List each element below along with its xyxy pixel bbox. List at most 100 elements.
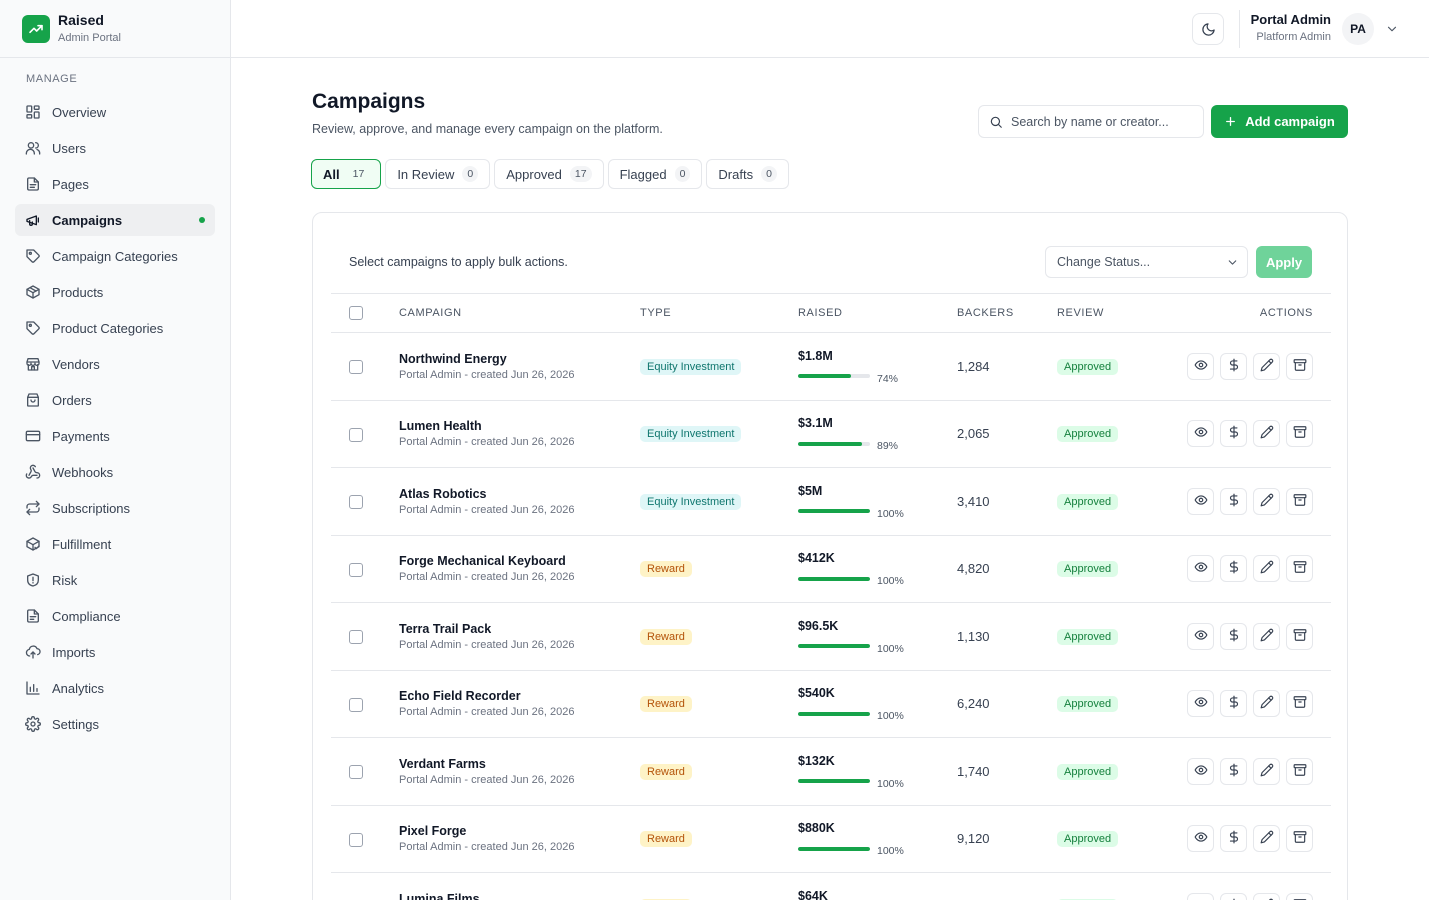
archive-button[interactable]: [1286, 622, 1313, 650]
sidebar-item-fulfillment[interactable]: Fulfillment: [15, 528, 215, 560]
campaign-name[interactable]: Lumina Films: [399, 891, 640, 900]
sidebar-item-compliance[interactable]: Compliance: [15, 600, 215, 632]
archive-button[interactable]: [1286, 555, 1313, 583]
archive-button[interactable]: [1286, 892, 1313, 900]
edit-button[interactable]: [1253, 420, 1280, 448]
brand[interactable]: Raised Admin Portal: [0, 0, 230, 58]
payments-button[interactable]: [1220, 622, 1247, 650]
apply-button[interactable]: Apply: [1256, 246, 1312, 278]
payments-button[interactable]: [1220, 690, 1247, 718]
sidebar-item-payments[interactable]: Payments: [15, 420, 215, 452]
column-header-raised[interactable]: RAISED: [798, 294, 957, 333]
sidebar-item-product-categories[interactable]: Product Categories: [15, 312, 215, 344]
tab-flagged[interactable]: Flagged 0: [607, 159, 703, 189]
column-header-backers[interactable]: BACKERS: [957, 294, 1057, 333]
user-menu[interactable]: Portal Admin Platform Admin: [1251, 12, 1331, 44]
campaign-name[interactable]: Verdant Farms: [399, 756, 640, 772]
edit-button[interactable]: [1253, 352, 1280, 380]
sidebar-item-campaigns[interactable]: Campaigns: [15, 204, 215, 236]
table-row[interactable]: Pixel Forge Portal Admin - created Jun 2…: [331, 805, 1331, 873]
row-checkbox[interactable]: [349, 765, 363, 780]
add-campaign-button[interactable]: Add campaign: [1211, 105, 1348, 138]
payments-button[interactable]: [1220, 487, 1247, 515]
sidebar-item-risk[interactable]: Risk: [15, 564, 215, 596]
search-input[interactable]: [1011, 114, 1191, 129]
column-header-review[interactable]: REVIEW: [1057, 294, 1177, 333]
tab-all[interactable]: All 17: [311, 159, 382, 189]
view-button[interactable]: [1187, 622, 1214, 650]
column-header-type[interactable]: TYPE: [640, 294, 798, 333]
tab-in-review[interactable]: In Review 0: [385, 159, 491, 189]
campaign-name[interactable]: Lumen Health: [399, 418, 640, 434]
theme-toggle-button[interactable]: [1192, 13, 1224, 45]
sidebar-item-orders[interactable]: Orders: [15, 384, 215, 416]
view-button[interactable]: [1187, 352, 1214, 380]
change-status-select[interactable]: Change Status...: [1045, 246, 1248, 278]
sidebar-item-pages[interactable]: Pages: [15, 168, 215, 200]
table-row[interactable]: Terra Trail Pack Portal Admin - created …: [331, 603, 1331, 670]
row-checkbox[interactable]: [349, 562, 363, 577]
edit-button[interactable]: [1253, 892, 1280, 900]
campaign-name[interactable]: Northwind Energy: [399, 351, 640, 367]
archive-button[interactable]: [1286, 825, 1313, 853]
payments-button[interactable]: [1220, 825, 1247, 853]
table-row[interactable]: Lumen Health Portal Admin - created Jun …: [331, 400, 1331, 468]
payments-button[interactable]: [1220, 892, 1247, 900]
campaign-name[interactable]: Pixel Forge: [399, 823, 640, 839]
view-button[interactable]: [1187, 487, 1214, 515]
archive-button[interactable]: [1286, 352, 1313, 380]
table-row[interactable]: Northwind Energy Portal Admin - created …: [331, 333, 1331, 400]
row-checkbox[interactable]: [349, 697, 363, 712]
campaign-name[interactable]: Forge Mechanical Keyboard: [399, 553, 640, 569]
campaign-name[interactable]: Terra Trail Pack: [399, 621, 640, 637]
payments-button[interactable]: [1220, 555, 1247, 583]
row-checkbox[interactable]: [349, 360, 363, 375]
edit-button[interactable]: [1253, 690, 1280, 718]
campaign-name[interactable]: Atlas Robotics: [399, 486, 640, 502]
sidebar-item-campaign-categories[interactable]: Campaign Categories: [15, 240, 215, 272]
table-row[interactable]: Verdant Farms Portal Admin - created Jun…: [331, 738, 1331, 805]
archive-button[interactable]: [1286, 690, 1313, 718]
row-checkbox[interactable]: [349, 832, 363, 847]
view-button[interactable]: [1187, 690, 1214, 718]
payments-button[interactable]: [1220, 352, 1247, 380]
view-button[interactable]: [1187, 757, 1214, 785]
table-row[interactable]: Atlas Robotics Portal Admin - created Ju…: [331, 468, 1331, 535]
view-button[interactable]: [1187, 555, 1214, 583]
tab-drafts[interactable]: Drafts 0: [706, 159, 789, 189]
edit-button[interactable]: [1253, 757, 1280, 785]
archive-button[interactable]: [1286, 420, 1313, 448]
select-all-checkbox[interactable]: [349, 306, 363, 320]
payments-button[interactable]: [1220, 757, 1247, 785]
row-checkbox[interactable]: [349, 495, 363, 510]
edit-button[interactable]: [1253, 555, 1280, 583]
view-button[interactable]: [1187, 892, 1214, 900]
sidebar-item-subscriptions[interactable]: Subscriptions: [15, 492, 215, 524]
row-checkbox[interactable]: [349, 630, 363, 645]
edit-button[interactable]: [1253, 487, 1280, 515]
table-row[interactable]: Forge Mechanical Keyboard Portal Admin -…: [331, 535, 1331, 603]
sidebar-item-webhooks[interactable]: Webhooks: [15, 456, 215, 488]
sidebar-item-imports[interactable]: Imports: [15, 636, 215, 668]
view-button[interactable]: [1187, 825, 1214, 853]
sidebar-item-products[interactable]: Products: [15, 276, 215, 308]
sidebar-item-overview[interactable]: Overview: [15, 96, 215, 128]
archive-button[interactable]: [1286, 487, 1313, 515]
sidebar-item-users[interactable]: Users: [15, 132, 215, 164]
search-box[interactable]: [978, 105, 1204, 138]
sidebar-item-vendors[interactable]: Vendors: [15, 348, 215, 380]
table-row[interactable]: Lumina Films Portal Admin - created Jun …: [331, 873, 1331, 900]
edit-button[interactable]: [1253, 622, 1280, 650]
sidebar-item-settings[interactable]: Settings: [15, 708, 215, 740]
chevron-down-icon[interactable]: [1385, 22, 1399, 36]
table-row[interactable]: Echo Field Recorder Portal Admin - creat…: [331, 670, 1331, 738]
column-header-campaign[interactable]: CAMPAIGN: [399, 294, 640, 333]
view-button[interactable]: [1187, 420, 1214, 448]
sidebar-item-analytics[interactable]: Analytics: [15, 672, 215, 704]
row-checkbox[interactable]: [349, 427, 363, 442]
edit-button[interactable]: [1253, 825, 1280, 853]
campaign-name[interactable]: Echo Field Recorder: [399, 688, 640, 704]
payments-button[interactable]: [1220, 420, 1247, 448]
tab-approved[interactable]: Approved 17: [494, 159, 604, 189]
avatar[interactable]: PA: [1342, 13, 1374, 45]
